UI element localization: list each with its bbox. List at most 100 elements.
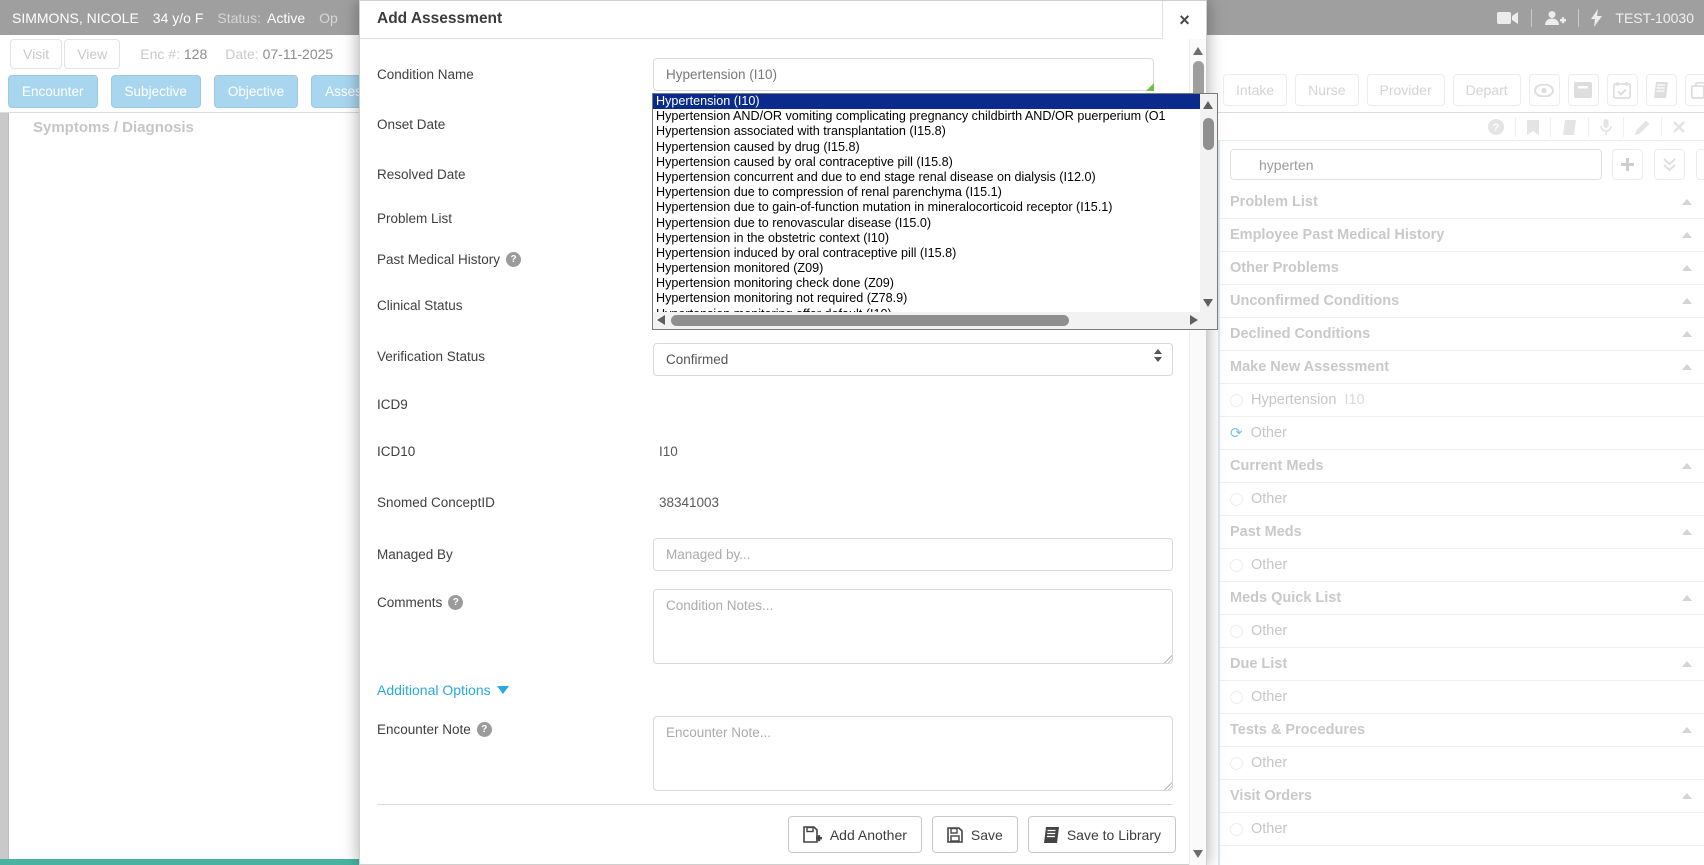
scroll-down-icon[interactable] xyxy=(1193,850,1203,858)
enc-value: 128 xyxy=(184,46,207,62)
close-x-icon[interactable] xyxy=(1662,121,1696,133)
panel-section-header[interactable]: Declined Conditions xyxy=(1220,318,1704,351)
nav-tab-subjective[interactable]: Subjective xyxy=(111,75,201,108)
panel-section-header[interactable]: Tests & Procedures xyxy=(1220,714,1704,747)
expand-all-button[interactable] xyxy=(1654,149,1685,180)
panel-section-header[interactable]: Due List xyxy=(1220,648,1704,681)
lightning-bolt-icon[interactable] xyxy=(1591,9,1603,27)
collapse-caret-icon[interactable] xyxy=(1682,364,1692,370)
dropdown-vertical-scrollbar[interactable] xyxy=(1200,94,1217,314)
collapse-caret-icon[interactable] xyxy=(1682,265,1692,271)
verification-status-select[interactable]: Confirmed xyxy=(653,343,1173,376)
panel-item[interactable]: Other xyxy=(1220,813,1704,846)
dropdown-option[interactable]: Hypertension concurrent and due to end s… xyxy=(653,170,1201,185)
dropdown-option[interactable]: Hypertension caused by oral contraceptiv… xyxy=(653,155,1201,170)
dropdown-option[interactable]: Hypertension in the obstetric context (I… xyxy=(653,231,1201,246)
stage-tab-nurse[interactable]: Nurse xyxy=(1295,74,1358,106)
nav-tab-objective[interactable]: Objective xyxy=(214,75,298,108)
scroll-down-icon[interactable] xyxy=(1203,299,1213,307)
pencil-icon[interactable] xyxy=(1624,120,1661,135)
panel-section-header[interactable]: Employee Past Medical History xyxy=(1220,219,1704,252)
panel-section-header[interactable]: Problem List xyxy=(1220,186,1704,219)
comments-textarea[interactable] xyxy=(653,589,1173,664)
resize-handle[interactable] xyxy=(1163,781,1173,791)
dropdown-option[interactable]: Hypertension due to renovascular disease… xyxy=(653,216,1201,231)
dropdown-option[interactable]: Hypertension associated with transplanta… xyxy=(653,124,1201,139)
status-label: Status: xyxy=(217,10,261,26)
scroll-thumb[interactable] xyxy=(1203,118,1214,150)
collapse-caret-icon[interactable] xyxy=(1682,463,1692,469)
dropdown-option[interactable]: Hypertension (I10) xyxy=(653,94,1201,109)
collapse-caret-icon[interactable] xyxy=(1682,331,1692,337)
scroll-up-icon[interactable] xyxy=(1193,47,1203,55)
help-icon[interactable]: ? xyxy=(477,722,492,737)
calendar-check-icon[interactable] xyxy=(1607,74,1638,106)
collapse-caret-icon[interactable] xyxy=(1682,529,1692,535)
collapse-caret-icon[interactable] xyxy=(1682,661,1692,667)
eye-icon[interactable] xyxy=(1529,74,1560,106)
bookmark-icon[interactable] xyxy=(1516,120,1550,135)
panel-section-header[interactable]: Meds Quick List xyxy=(1220,582,1704,615)
microphone-icon[interactable] xyxy=(1589,119,1623,135)
panel-item[interactable]: Other xyxy=(1220,681,1704,714)
visit-button[interactable]: Visit xyxy=(10,39,62,69)
encounter-note-textarea[interactable] xyxy=(653,716,1173,791)
panel-item[interactable]: Other xyxy=(1220,747,1704,780)
help-icon[interactable]: ? xyxy=(506,252,521,267)
add-another-button[interactable]: Add Another xyxy=(788,816,922,853)
panel-section-header[interactable]: Past Meds xyxy=(1220,516,1704,549)
help-icon[interactable]: ? xyxy=(448,595,463,610)
collapse-caret-icon[interactable] xyxy=(1682,298,1692,304)
dropdown-option[interactable]: Hypertension monitored (Z09) xyxy=(653,261,1201,276)
dropdown-horizontal-scrollbar[interactable] xyxy=(653,312,1202,329)
dropdown-option[interactable]: Hypertension monitoring not required (Z7… xyxy=(653,291,1201,306)
dropdown-option[interactable]: Hypertension monitoring check done (Z09) xyxy=(653,276,1201,291)
collapse-caret-icon[interactable] xyxy=(1682,727,1692,733)
scroll-up-icon[interactable] xyxy=(1203,101,1213,109)
stage-tab-intake[interactable]: Intake xyxy=(1223,74,1287,106)
scroll-thumb[interactable] xyxy=(671,315,1069,326)
collapse-caret-icon[interactable] xyxy=(1682,199,1692,205)
book-icon[interactable] xyxy=(1551,120,1588,135)
copy-pages-icon[interactable] xyxy=(1685,74,1704,106)
panel-section-header[interactable]: Other Problems xyxy=(1220,252,1704,285)
dropdown-option[interactable]: Hypertension due to compression of renal… xyxy=(653,185,1201,200)
stage-tab-provider[interactable]: Provider xyxy=(1367,74,1445,106)
panel-item[interactable]: Other xyxy=(1220,615,1704,648)
condition-name-input[interactable] xyxy=(653,58,1154,91)
view-button[interactable]: View xyxy=(64,39,120,69)
dropdown-option[interactable]: Hypertension due to gain-of-function mut… xyxy=(653,200,1201,215)
panel-item[interactable]: HypertensionI10 xyxy=(1220,384,1704,417)
dropdown-option[interactable]: Hypertension caused by drug (I15.8) xyxy=(653,140,1201,155)
collapse-caret-icon[interactable] xyxy=(1682,793,1692,799)
scroll-right-icon[interactable] xyxy=(1190,315,1198,325)
dropdown-option[interactable]: Hypertension induced by oral contracepti… xyxy=(653,246,1201,261)
nav-tab-encounter[interactable]: Encounter xyxy=(8,75,98,108)
video-camera-icon[interactable] xyxy=(1497,11,1519,25)
panel-section-header[interactable]: Visit Orders xyxy=(1220,780,1704,813)
managed-by-input[interactable] xyxy=(653,538,1173,571)
panel-section-header[interactable]: Unconfirmed Conditions xyxy=(1220,285,1704,318)
panel-section-header[interactable]: Make New Assessment xyxy=(1220,351,1704,384)
save-button[interactable]: Save xyxy=(932,816,1018,853)
panel-item[interactable]: Other xyxy=(1220,549,1704,582)
search-input[interactable] xyxy=(1230,149,1602,180)
stage-tab-depart[interactable]: Depart xyxy=(1453,74,1521,106)
resize-handle[interactable] xyxy=(1163,654,1173,664)
panel-item[interactable]: Other xyxy=(1220,483,1704,516)
panel-item[interactable]: ⟳Other xyxy=(1220,417,1704,450)
add-plus-button[interactable] xyxy=(1612,149,1643,180)
help-circle-icon[interactable]: ? xyxy=(1477,119,1515,135)
close-icon[interactable]: × xyxy=(1162,1,1206,39)
collapse-caret-icon[interactable] xyxy=(1682,595,1692,601)
save-to-library-button[interactable]: Save to Library xyxy=(1028,816,1176,853)
additional-options-link[interactable]: Additional Options xyxy=(377,682,509,698)
panel-section-header[interactable]: Current Meds xyxy=(1220,450,1704,483)
book-icon[interactable] xyxy=(1646,74,1677,106)
archive-box-icon[interactable] xyxy=(1568,74,1599,106)
dropdown-option[interactable]: Hypertension AND/OR vomiting complicatin… xyxy=(653,109,1201,124)
collapse-all-button[interactable] xyxy=(1696,149,1704,180)
collapse-caret-icon[interactable] xyxy=(1682,232,1692,238)
add-person-icon[interactable] xyxy=(1544,10,1566,26)
scroll-left-icon[interactable] xyxy=(657,315,665,325)
